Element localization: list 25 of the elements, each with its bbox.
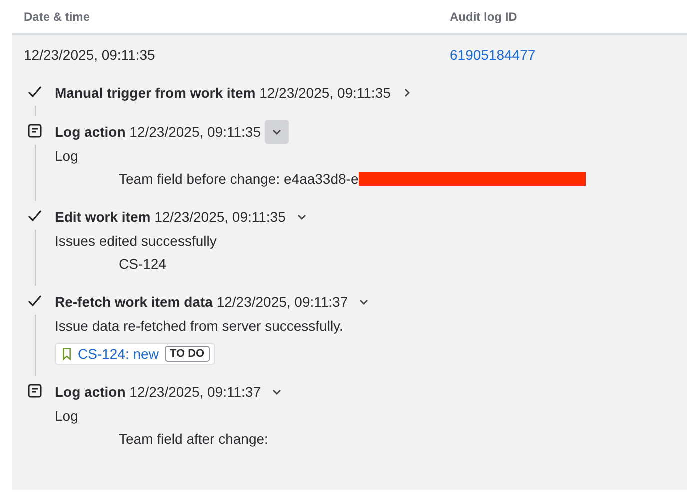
step-title: Re-fetch work item data 12/23/2025, 09:11:37 — [55, 294, 348, 310]
column-header: Date & time — [23, 10, 92, 24]
log-text: Log — [55, 408, 78, 424]
log-text: Team field after change: — [119, 430, 268, 446]
log-text: Issue data re-fetched from server successfully. — [55, 318, 344, 334]
audit-id-link[interactable]: 61905184477 — [450, 47, 536, 63]
column-header: Audit log ID — [450, 10, 518, 24]
bookmark-icon — [62, 347, 72, 361]
step-title: Manual trigger from work item 12/23/2025, 09:11:35 — [55, 85, 391, 101]
log-text: Team field before change: e4aa33d8-e — [119, 170, 359, 186]
document-icon — [27, 383, 43, 399]
checkmark-icon — [27, 293, 43, 309]
expand-toggle[interactable] — [264, 120, 289, 144]
document-icon — [27, 123, 43, 139]
work-item-link[interactable]: CS-124: new — [78, 346, 159, 362]
log-text: Log — [55, 148, 78, 164]
step-title: Edit work item 12/23/2025, 09:11:35 — [55, 209, 286, 225]
log-text: Issues edited successfully — [55, 232, 217, 248]
checkmark-icon — [27, 84, 43, 100]
status-lozenge: TO DO — [164, 346, 210, 362]
checkmark-icon — [27, 208, 43, 224]
date-time-cell-text: 12/23/2025, 09:11:35 — [23, 47, 156, 63]
log-text: CS-124 — [119, 256, 166, 272]
step-title: Log action 12/23/2025, 09:11:37 — [55, 384, 261, 400]
step-title: Log action 12/23/2025, 09:11:35 — [55, 124, 261, 140]
